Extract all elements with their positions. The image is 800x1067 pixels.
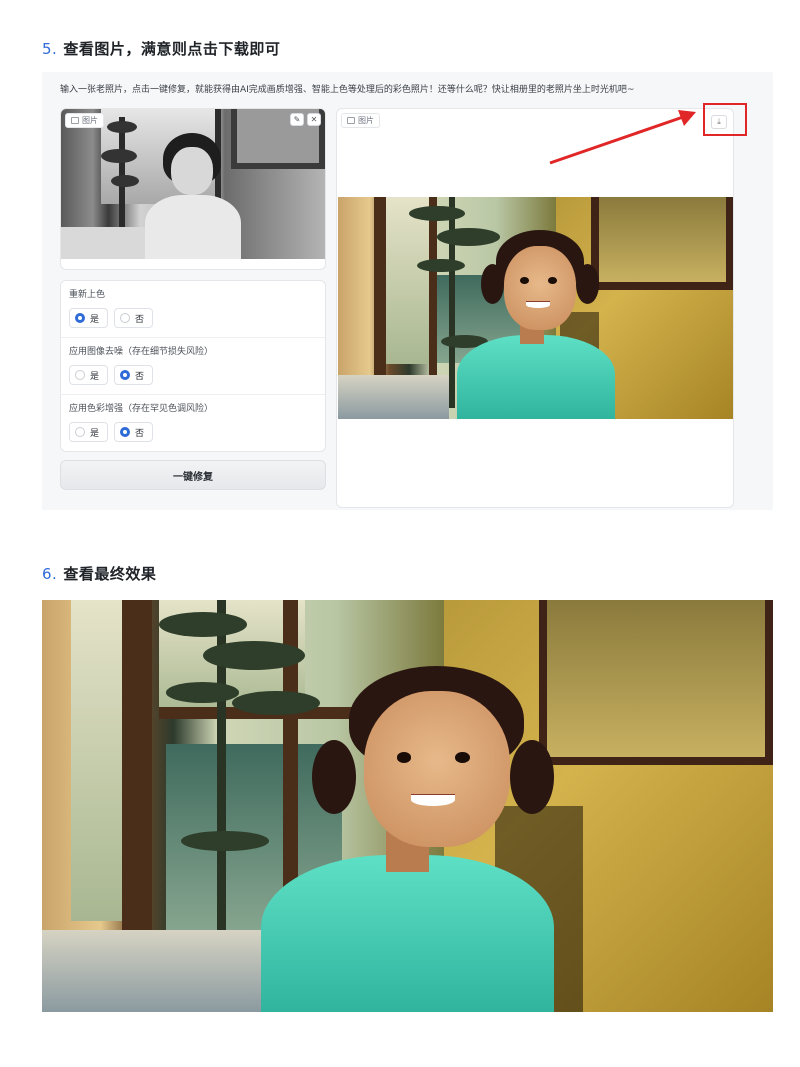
step-6-number: 6. xyxy=(42,565,58,583)
option-label: 重新上色 xyxy=(69,290,106,300)
image-icon xyxy=(71,117,79,124)
step-6-title: 查看最终效果 xyxy=(63,565,157,583)
radio-yes[interactable]: 是 xyxy=(69,422,109,442)
input-image-tag-label: 图片 xyxy=(82,116,98,125)
radio-label: 否 xyxy=(135,314,145,325)
download-highlight-box xyxy=(703,103,747,136)
radio-label: 是 xyxy=(90,428,100,439)
radio-no[interactable]: 否 xyxy=(114,422,154,442)
option-label: 应用色彩增强（存在罕见色调风险） xyxy=(69,404,214,414)
final-result-photo xyxy=(42,600,773,1012)
radio-no[interactable]: 否 xyxy=(114,365,154,385)
radio-dot xyxy=(120,427,131,437)
output-image-card: 图片 ⤓ xyxy=(336,108,734,508)
radio-label: 否 xyxy=(135,428,145,439)
input-bw-photo xyxy=(61,109,325,259)
output-image-tag: 图片 xyxy=(341,113,380,128)
radio-yes[interactable]: 是 xyxy=(69,308,109,328)
radio-dot xyxy=(120,313,131,323)
output-image-tag-label: 图片 xyxy=(358,116,374,125)
radio-no[interactable]: 否 xyxy=(114,308,154,328)
option-label: 应用图像去噪（存在细节损失风险） xyxy=(69,347,214,357)
radio-dot xyxy=(75,370,85,380)
close-icon[interactable]: ✕ xyxy=(307,113,321,126)
option-recolor: 重新上色 是 否 xyxy=(61,281,325,338)
pointer-arrow-icon xyxy=(549,110,696,165)
input-image-tag: 图片 xyxy=(65,113,104,128)
radio-dot xyxy=(120,370,131,380)
step-5-number: 5. xyxy=(42,40,58,58)
image-icon xyxy=(347,117,355,124)
options-card: 重新上色 是 否 应用图像去噪（存在细节损失风险） 是 否 应用色彩增强（存在罕… xyxy=(60,280,326,452)
option-denoise: 应用图像去噪（存在细节损失风险） 是 否 xyxy=(61,338,325,395)
input-image-card[interactable]: 图片 ✎ ✕ xyxy=(60,108,326,270)
radio-yes[interactable]: 是 xyxy=(69,365,109,385)
radio-label: 是 xyxy=(90,314,100,325)
step-6-heading: 6. 查看最终效果 xyxy=(42,563,156,584)
option-color-enhance: 应用色彩增强（存在罕见色调风险） 是 否 xyxy=(61,395,325,452)
radio-dot xyxy=(75,427,85,437)
radio-label: 否 xyxy=(135,371,145,382)
output-color-photo xyxy=(338,197,733,419)
edit-icon[interactable]: ✎ xyxy=(290,113,304,126)
app-intro-text: 输入一张老照片，点击一键修复，就能获得由AI完成画质增强、智能上色等处理后的彩色… xyxy=(60,85,635,95)
radio-dot xyxy=(75,313,85,323)
step-5-heading: 5. 查看图片，满意则点击下载即可 xyxy=(42,38,280,59)
step-5-title: 查看图片，满意则点击下载即可 xyxy=(63,40,281,58)
one-click-fix-button[interactable]: 一键修复 xyxy=(60,460,326,490)
radio-label: 是 xyxy=(90,371,100,382)
